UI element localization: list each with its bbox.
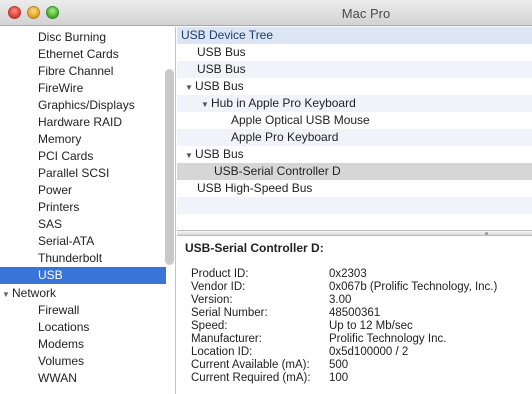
- detail-pane: USB-Serial Controller D: Product ID: 0x23…: [177, 237, 532, 394]
- sidebar-item-hardware-raid[interactable]: Hardware RAID: [0, 114, 166, 131]
- property-value: 0x067b (Prolific Technology, Inc.): [329, 281, 498, 293]
- property-value: 100: [329, 372, 349, 384]
- property-key: Location ID:: [191, 346, 253, 358]
- sidebar-group-label: Network: [12, 286, 57, 300]
- sidebar: Disc Burning Ethernet Cards Fibre Channe…: [0, 27, 176, 394]
- sidebar-item-serial-ata[interactable]: Serial-ATA: [0, 233, 166, 250]
- property-row: Version: 3.00: [191, 294, 531, 307]
- sidebar-item-parallel-scsi[interactable]: Parallel SCSI: [0, 165, 166, 182]
- tree-row-empty: [177, 197, 532, 214]
- property-key: Manufacturer:: [191, 333, 262, 345]
- disclosure-triangle-icon[interactable]: ▼: [185, 79, 195, 96]
- tree-row[interactable]: USB Bus: [177, 44, 532, 61]
- property-row: Current Available (mA): 500: [191, 359, 531, 372]
- tree-row-empty: [177, 214, 532, 230]
- tree-row[interactable]: ▼ Hub in Apple Pro Keyboard: [177, 95, 532, 112]
- property-value: Up to 12 Mb/sec: [329, 320, 413, 332]
- property-row: Product ID: 0x2303: [191, 268, 531, 281]
- sidebar-item-wwan[interactable]: WWAN: [0, 370, 166, 387]
- sidebar-item-locations[interactable]: Locations: [0, 319, 166, 336]
- disclosure-triangle-icon[interactable]: ▼: [2, 286, 12, 303]
- tree-row[interactable]: USB Bus: [177, 61, 532, 78]
- sidebar-item-usb[interactable]: USB: [0, 267, 166, 284]
- tree-row[interactable]: ▼ USB Bus: [177, 146, 532, 163]
- property-value: 0x2303: [329, 268, 367, 280]
- property-value: 48500361: [329, 307, 381, 319]
- sidebar-item-firewire[interactable]: FireWire: [0, 80, 166, 97]
- sidebar-group-network[interactable]: ▼ Network: [0, 285, 166, 302]
- property-value: 0x5d100000 / 2: [329, 346, 409, 358]
- tree-row-selected[interactable]: USB-Serial Controller D: [177, 163, 532, 180]
- sidebar-scrollbar[interactable]: [165, 69, 174, 265]
- property-value: 500: [329, 359, 349, 371]
- sidebar-item-thunderbolt[interactable]: Thunderbolt: [0, 250, 166, 267]
- tree-row[interactable]: Apple Pro Keyboard: [177, 129, 532, 146]
- property-key: Vendor ID:: [191, 281, 246, 293]
- sidebar-item-disc-burning[interactable]: Disc Burning: [0, 29, 166, 46]
- sidebar-item-memory[interactable]: Memory: [0, 131, 166, 148]
- sidebar-item-fibre-channel[interactable]: Fibre Channel: [0, 63, 166, 80]
- sidebar-item-volumes[interactable]: Volumes: [0, 353, 166, 370]
- sidebar-item-graphics-displays[interactable]: Graphics/Displays: [0, 97, 166, 114]
- sidebar-item-firewall[interactable]: Firewall: [0, 302, 166, 319]
- window-title: Mac Pro: [341, 6, 391, 21]
- tree-row[interactable]: USB High-Speed Bus: [177, 180, 532, 197]
- tree-row-label: Hub in Apple Pro Keyboard: [211, 96, 356, 110]
- property-row: Speed: Up to 12 Mb/sec: [191, 320, 531, 333]
- title-bar: Mac Pro: [0, 0, 532, 26]
- property-key: Current Required (mA):: [191, 372, 311, 384]
- property-key: Version:: [191, 294, 233, 306]
- property-key: Speed:: [191, 320, 228, 332]
- tree-row[interactable]: Apple Optical USB Mouse: [177, 112, 532, 129]
- property-row: Vendor ID: 0x067b (Prolific Technology, I…: [191, 281, 531, 294]
- tree-row[interactable]: ▼ USB Bus: [177, 78, 532, 95]
- usb-device-tree: USB Device Tree USB Bus USB Bus ▼ USB Bus…: [177, 27, 532, 230]
- property-row: Manufacturer: Prolific Technology Inc.: [191, 333, 531, 346]
- tree-row-label: USB Bus: [195, 147, 244, 161]
- sidebar-item-sas[interactable]: SAS: [0, 216, 166, 233]
- property-key: Current Available (mA):: [191, 359, 310, 371]
- sidebar-item-power[interactable]: Power: [0, 182, 166, 199]
- sidebar-item-modems[interactable]: Modems: [0, 336, 166, 353]
- sidebar-item-printers[interactable]: Printers: [0, 199, 166, 216]
- property-row: Location ID: 0x5d100000 / 2: [191, 346, 531, 359]
- property-value: 3.00: [329, 294, 352, 306]
- disclosure-triangle-icon[interactable]: ▼: [201, 96, 211, 113]
- sidebar-item-ethernet-cards[interactable]: Ethernet Cards: [0, 46, 166, 63]
- property-key: Serial Number:: [191, 307, 268, 319]
- tree-row-label: USB Bus: [195, 79, 244, 93]
- detail-title: USB-Serial Controller D:: [185, 241, 324, 255]
- sidebar-item-pci-cards[interactable]: PCI Cards: [0, 148, 166, 165]
- property-row: Current Required (mA): 100: [191, 372, 531, 385]
- property-value: Prolific Technology Inc.: [329, 333, 447, 345]
- divider-grip-icon: [485, 232, 488, 235]
- property-row: Serial Number: 48500361: [191, 307, 531, 320]
- disclosure-triangle-icon[interactable]: ▼: [185, 147, 195, 164]
- tree-header: USB Device Tree: [177, 27, 532, 44]
- split-divider[interactable]: [177, 230, 532, 236]
- property-key: Product ID:: [191, 268, 249, 280]
